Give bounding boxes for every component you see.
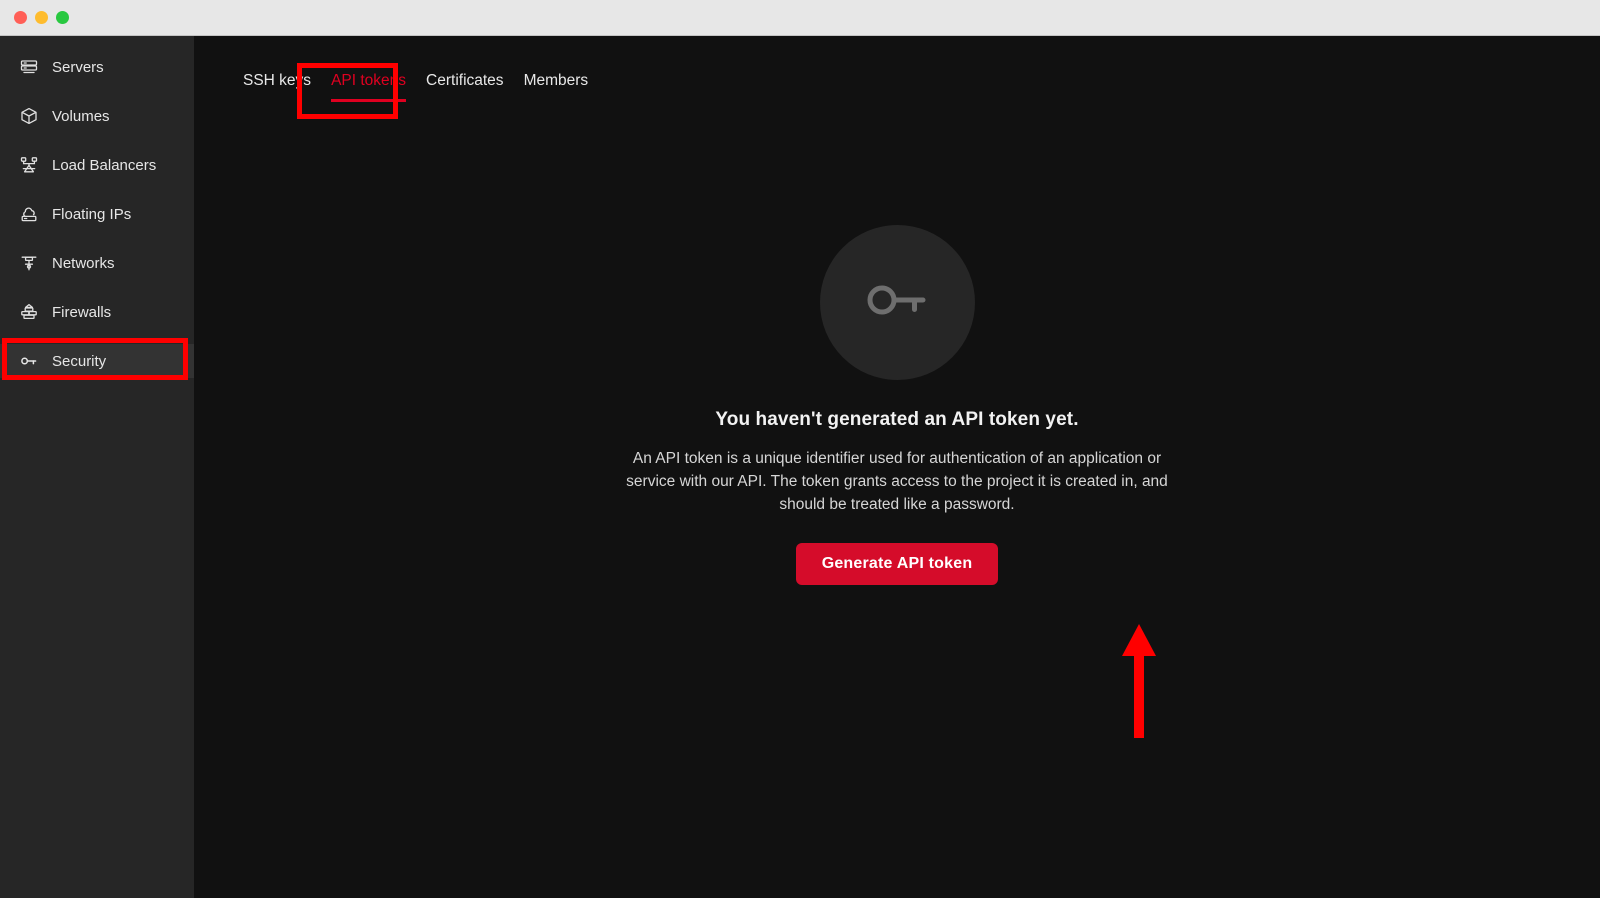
volume-cube-icon <box>18 105 40 127</box>
minimize-window-button[interactable] <box>35 11 48 24</box>
traffic-light-controls <box>14 11 69 24</box>
annotation-arrow-up-icon <box>1122 624 1156 738</box>
sidebar-item-label: Security <box>52 352 107 370</box>
sidebar-item-volumes[interactable]: Volumes <box>0 99 194 133</box>
sidebar: Servers Volumes Load Balancers Floating … <box>0 36 194 898</box>
servers-icon <box>18 56 40 78</box>
sidebar-item-label: Load Balancers <box>52 156 157 174</box>
network-icon <box>18 252 40 274</box>
sidebar-item-firewalls[interactable]: Firewalls <box>0 295 194 329</box>
key-icon <box>854 257 940 348</box>
empty-state-title: You haven't generated an API token yet. <box>715 409 1079 430</box>
app-window: Servers Volumes Load Balancers Floating … <box>0 0 1600 898</box>
tab-label: Members <box>523 72 589 89</box>
tab-label: Certificates <box>426 72 504 89</box>
window-titlebar <box>0 0 1600 36</box>
sidebar-nav: Servers Volumes Load Balancers Floating … <box>0 36 194 378</box>
tab-bar: SSH keys API tokens Certificates Members <box>233 72 598 102</box>
sidebar-item-networks[interactable]: Networks <box>0 246 194 280</box>
empty-state-illustration <box>819 225 975 380</box>
maximize-window-button[interactable] <box>56 11 69 24</box>
tab-api-tokens[interactable]: API tokens <box>321 72 416 102</box>
close-window-button[interactable] <box>14 11 27 24</box>
sidebar-item-label: Floating IPs <box>52 205 132 223</box>
sidebar-item-floating-ips[interactable]: Floating IPs <box>0 197 194 231</box>
tab-label: API tokens <box>331 72 407 89</box>
sidebar-item-load-balancers[interactable]: Load Balancers <box>0 148 194 182</box>
tab-members[interactable]: Members <box>514 72 599 102</box>
generate-api-token-button[interactable]: Generate API token <box>795 543 999 585</box>
tab-certificates[interactable]: Certificates <box>416 72 514 102</box>
sidebar-item-label: Servers <box>52 58 104 76</box>
key-icon <box>18 350 40 372</box>
tab-ssh-keys[interactable]: SSH keys <box>233 72 321 102</box>
sidebar-item-label: Networks <box>52 254 115 272</box>
tab-label: SSH keys <box>243 72 312 89</box>
sidebar-item-label: Volumes <box>52 107 110 125</box>
sidebar-item-label: Firewalls <box>52 303 112 321</box>
empty-state-description: An API token is a unique identifier used… <box>626 450 1168 513</box>
firewall-icon <box>18 301 40 323</box>
load-balancer-icon <box>18 154 40 176</box>
main-content: SSH keys API tokens Certificates Members <box>194 36 1600 898</box>
sidebar-item-servers[interactable]: Servers <box>0 50 194 84</box>
empty-state: You haven't generated an API token yet. … <box>194 225 1600 585</box>
sidebar-item-security[interactable]: Security <box>0 344 194 378</box>
floating-ip-icon <box>18 203 40 225</box>
